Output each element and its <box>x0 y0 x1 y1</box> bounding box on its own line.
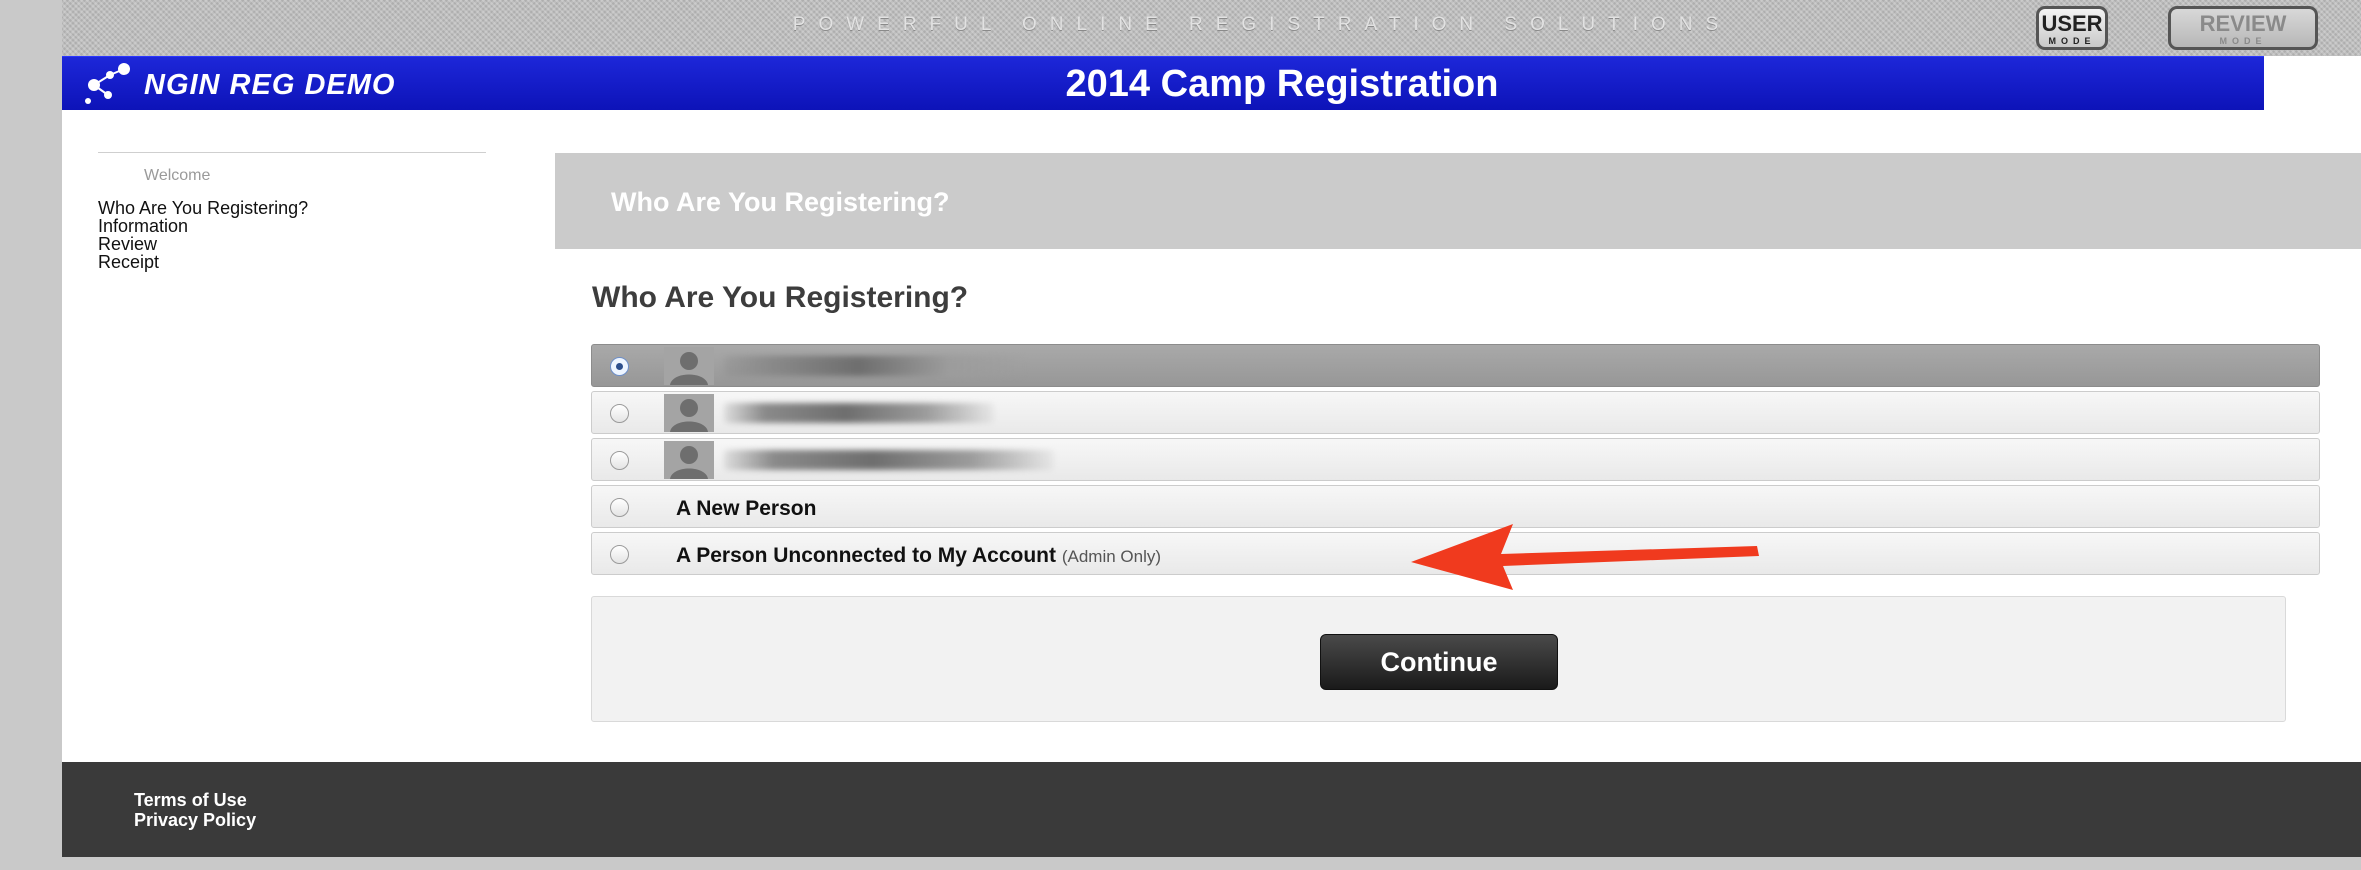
user-mode-sub: MODE <box>2048 36 2096 46</box>
ngin-logo-icon <box>80 61 140 107</box>
footer-links: Terms of Use Privacy Policy <box>134 790 256 830</box>
registrant-option-person-3[interactable] <box>591 438 2320 481</box>
logo-text[interactable]: NGIN REG DEMO <box>144 69 395 102</box>
registrant-option-person-1[interactable] <box>591 344 2320 387</box>
sidebar-item-who-are-you-registering[interactable]: Who Are You Registering? <box>98 199 488 217</box>
privacy-policy-link[interactable]: Privacy Policy <box>134 810 256 830</box>
bottom-strip <box>0 857 2361 870</box>
radio-button[interactable] <box>610 545 629 564</box>
header-bar: NGIN REG DEMO 2014 Camp Registration <box>62 56 2264 110</box>
main-heading: Who Are You Registering? <box>592 281 969 314</box>
sidebar-divider <box>98 152 486 153</box>
review-mode-label: REVIEW <box>2199 11 2287 36</box>
avatar <box>664 441 714 479</box>
blurred-name <box>724 450 1054 470</box>
sidebar-item-review[interactable]: Review <box>98 235 488 253</box>
registrant-option-person-2[interactable] <box>591 391 2320 434</box>
sidebar-nav: Who Are You Registering? Information Rev… <box>98 199 488 271</box>
admin-only-note: (Admin Only) <box>1061 547 1162 566</box>
section-banner-title: Who Are You Registering? <box>611 187 950 217</box>
radio-button[interactable] <box>610 357 629 376</box>
user-mode-label: USER <box>2041 11 2103 36</box>
annotation-arrow-icon <box>1411 524 1759 590</box>
user-mode-button[interactable]: USER MODE <box>2036 6 2108 50</box>
sidebar-item-information[interactable]: Information <box>98 217 488 235</box>
avatar <box>664 347 714 385</box>
sidebar-item-receipt[interactable]: Receipt <box>98 253 488 271</box>
radio-button[interactable] <box>610 498 629 517</box>
radio-button[interactable] <box>610 451 629 470</box>
top-band: POWERFUL ONLINE REGISTRATION SOLUTIONS U… <box>62 0 2361 56</box>
footer: Terms of Use Privacy Policy <box>62 762 2361 857</box>
continue-button[interactable]: Continue <box>1320 634 1558 690</box>
radio-button[interactable] <box>610 404 629 423</box>
option-label: A Person Unconnected to My Account (Admi… <box>676 544 1161 568</box>
option-label: A New Person <box>676 497 817 520</box>
left-gutter <box>0 0 62 870</box>
action-box: Continue <box>591 596 2286 722</box>
tagline: POWERFUL ONLINE REGISTRATION SOLUTIONS <box>792 14 1732 35</box>
review-mode-sub: MODE <box>2219 36 2267 46</box>
review-mode-button[interactable]: REVIEW MODE <box>2168 6 2318 50</box>
blurred-name <box>724 356 1024 376</box>
sidebar-welcome: Welcome <box>144 167 211 184</box>
sidebar: Welcome Who Are You Registering? Informa… <box>98 152 488 271</box>
blurred-name <box>724 403 994 423</box>
option-label-text: A Person Unconnected to My Account <box>676 544 1056 567</box>
section-banner: Who Are You Registering? <box>555 153 2361 249</box>
page-title: 2014 Camp Registration <box>1065 63 1499 105</box>
avatar <box>664 394 714 432</box>
terms-of-use-link[interactable]: Terms of Use <box>134 790 256 810</box>
